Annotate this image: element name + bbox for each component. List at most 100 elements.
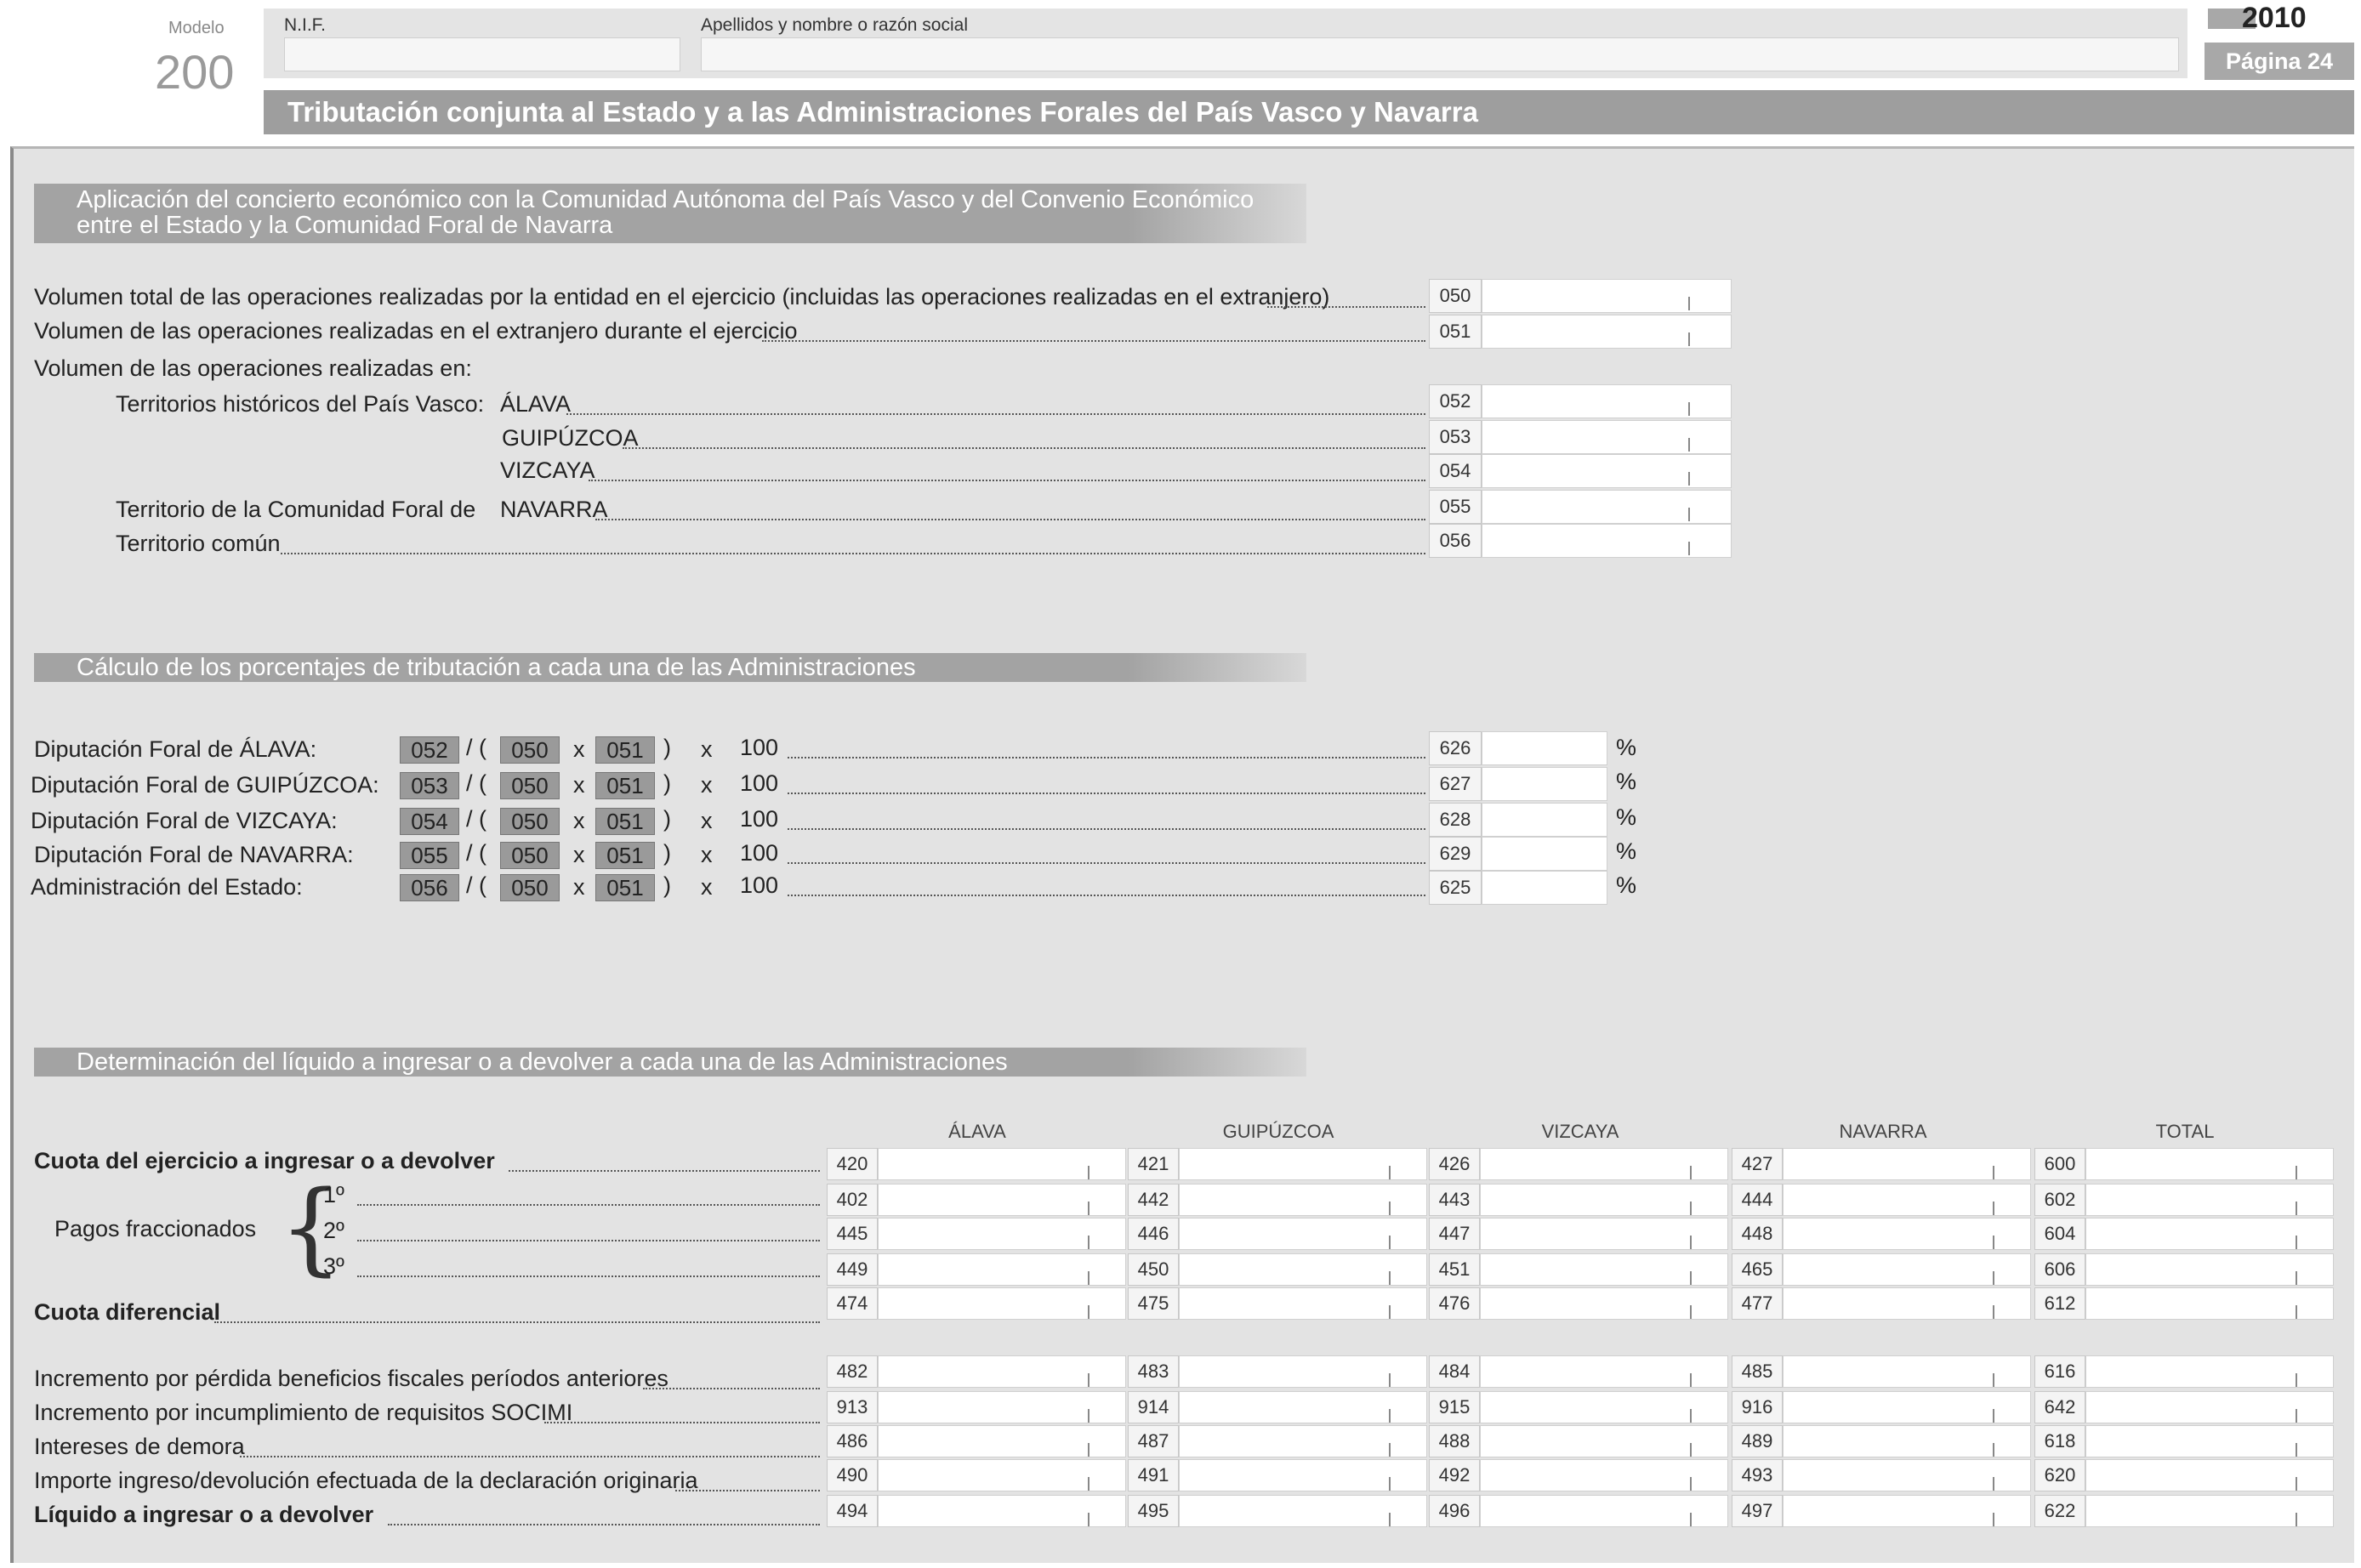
input-490[interactable] xyxy=(878,1459,1126,1491)
input-495[interactable] xyxy=(1179,1495,1427,1527)
input-494[interactable] xyxy=(878,1495,1126,1527)
input-488[interactable] xyxy=(1480,1425,1728,1457)
decimal-separator xyxy=(1088,1373,1089,1387)
input-443[interactable] xyxy=(1480,1184,1728,1216)
input-465[interactable] xyxy=(1783,1253,2031,1286)
decimal-separator xyxy=(1389,1166,1391,1179)
input-449[interactable] xyxy=(878,1253,1126,1286)
decimal-separator xyxy=(1993,1236,1994,1249)
input-616[interactable] xyxy=(2085,1355,2334,1388)
box-code-485: 485 xyxy=(1732,1355,1783,1388)
input-053[interactable] xyxy=(1482,420,1732,454)
input-050[interactable] xyxy=(1482,279,1732,313)
input-604[interactable] xyxy=(2085,1218,2334,1250)
input-426[interactable] xyxy=(1480,1148,1728,1180)
input-629[interactable] xyxy=(1482,837,1607,871)
decimal-separator xyxy=(1389,1409,1391,1423)
input-491[interactable] xyxy=(1179,1459,1427,1491)
box-code-489: 489 xyxy=(1732,1425,1783,1457)
input-448[interactable] xyxy=(1783,1218,2031,1250)
input-627[interactable] xyxy=(1482,767,1607,801)
input-914[interactable] xyxy=(1179,1391,1427,1423)
op-multiply: x xyxy=(701,874,713,900)
input-477[interactable] xyxy=(1783,1287,2031,1320)
decimal-separator xyxy=(1389,1443,1391,1457)
input-626[interactable] xyxy=(1482,731,1607,765)
input-612[interactable] xyxy=(2085,1287,2334,1320)
box-code-448: 448 xyxy=(1732,1218,1783,1250)
ref-056: 056 xyxy=(400,874,459,901)
box-code-616: 616 xyxy=(2034,1355,2085,1388)
input-451[interactable] xyxy=(1480,1253,1728,1286)
input-051[interactable] xyxy=(1482,315,1732,349)
input-622[interactable] xyxy=(2085,1495,2334,1527)
input-442[interactable] xyxy=(1179,1184,1427,1216)
box-code-482: 482 xyxy=(827,1355,878,1388)
input-475[interactable] xyxy=(1179,1287,1427,1320)
box-code-915: 915 xyxy=(1429,1391,1480,1423)
input-497[interactable] xyxy=(1783,1495,2031,1527)
input-602[interactable] xyxy=(2085,1184,2334,1216)
input-450[interactable] xyxy=(1179,1253,1427,1286)
input-427[interactable] xyxy=(1783,1148,2031,1180)
decimal-separator xyxy=(1993,1166,1994,1179)
op-divide: / ( xyxy=(466,840,486,866)
input-916[interactable] xyxy=(1783,1391,2031,1423)
input-420[interactable] xyxy=(878,1148,1126,1180)
op-multiply: x xyxy=(701,772,713,798)
input-052[interactable] xyxy=(1482,384,1732,418)
input-485[interactable] xyxy=(1783,1355,2031,1388)
box-code-486: 486 xyxy=(827,1425,878,1457)
input-054[interactable] xyxy=(1482,454,1732,488)
input-625[interactable] xyxy=(1482,871,1607,905)
input-606[interactable] xyxy=(2085,1253,2334,1286)
input-493[interactable] xyxy=(1783,1459,2031,1491)
box-code-444: 444 xyxy=(1732,1184,1783,1216)
input-915[interactable] xyxy=(1480,1391,1728,1423)
input-445[interactable] xyxy=(878,1218,1126,1250)
input-628[interactable] xyxy=(1482,803,1607,837)
input-402[interactable] xyxy=(878,1184,1126,1216)
input-476[interactable] xyxy=(1480,1287,1728,1320)
ref-050: 050 xyxy=(500,736,560,764)
row-626-label: Diputación Foral de ÁLAVA: xyxy=(34,736,317,762)
input-482[interactable] xyxy=(878,1355,1126,1388)
input-474[interactable] xyxy=(878,1287,1126,1320)
input-486[interactable] xyxy=(878,1425,1126,1457)
decimal-separator xyxy=(1993,1443,1994,1457)
input-642[interactable] xyxy=(2085,1391,2334,1423)
input-484[interactable] xyxy=(1480,1355,1728,1388)
decimal-separator xyxy=(1690,1166,1692,1179)
percent-sign: % xyxy=(1616,769,1637,794)
input-496[interactable] xyxy=(1480,1495,1728,1527)
input-489[interactable] xyxy=(1783,1425,2031,1457)
box-code-055: 055 xyxy=(1429,490,1482,524)
input-913[interactable] xyxy=(878,1391,1126,1423)
input-487[interactable] xyxy=(1179,1425,1427,1457)
input-600[interactable] xyxy=(2085,1148,2334,1180)
ref-050: 050 xyxy=(500,808,560,835)
decimal-separator xyxy=(1389,1305,1391,1319)
input-618[interactable] xyxy=(2085,1425,2334,1457)
input-056[interactable] xyxy=(1482,524,1732,558)
name-field[interactable] xyxy=(701,37,2179,71)
decimal-separator xyxy=(1389,1373,1391,1387)
ref-051: 051 xyxy=(595,808,655,835)
input-620[interactable] xyxy=(2085,1459,2334,1491)
input-446[interactable] xyxy=(1179,1218,1427,1250)
input-483[interactable] xyxy=(1179,1355,1427,1388)
input-444[interactable] xyxy=(1783,1184,2031,1216)
decimal-separator xyxy=(1389,1236,1391,1249)
input-447[interactable] xyxy=(1480,1218,1728,1250)
decimal-separator xyxy=(2296,1305,2297,1319)
input-055[interactable] xyxy=(1482,490,1732,524)
ref-050: 050 xyxy=(500,772,560,799)
input-421[interactable] xyxy=(1179,1148,1427,1180)
column-header-total: TOTAL xyxy=(2155,1121,2215,1142)
box-code-477: 477 xyxy=(1732,1287,1783,1320)
nif-field[interactable] xyxy=(284,37,680,71)
box-code-490: 490 xyxy=(827,1459,878,1491)
input-492[interactable] xyxy=(1480,1459,1728,1491)
decimal-separator xyxy=(1690,1443,1692,1457)
leader-dots xyxy=(589,480,1425,481)
